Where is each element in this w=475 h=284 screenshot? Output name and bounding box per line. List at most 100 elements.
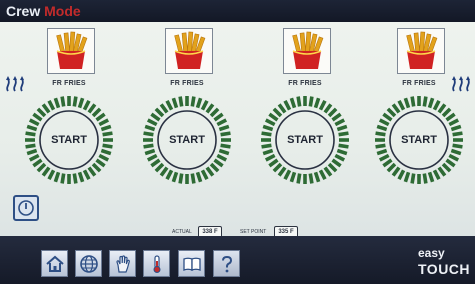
book-icon xyxy=(183,257,201,271)
globe-icon xyxy=(80,255,98,273)
timer-tick xyxy=(375,131,386,137)
timer-tick xyxy=(60,173,66,184)
product-label: FR FRIES xyxy=(170,80,204,87)
timer-tick xyxy=(334,153,346,162)
start-button[interactable]: START xyxy=(158,111,216,169)
fries-image[interactable] xyxy=(397,28,445,74)
timer-tick xyxy=(289,97,297,109)
recipe-book-button[interactable] xyxy=(178,250,205,277)
timer-tick xyxy=(154,107,165,118)
language-button[interactable] xyxy=(75,250,102,277)
timer-tick xyxy=(268,112,279,122)
timer-tick xyxy=(323,166,333,177)
timer-tick xyxy=(98,153,110,162)
timer-tick xyxy=(336,148,348,156)
vat-1: FR FRIES START xyxy=(19,22,119,212)
timer-tick xyxy=(272,162,283,173)
fries-image[interactable] xyxy=(47,28,95,74)
timer-tick xyxy=(91,162,102,173)
vat-2: FR FRIES START xyxy=(137,22,237,212)
timer-tick xyxy=(28,153,40,162)
timer-tick xyxy=(331,112,342,122)
timer-tick xyxy=(422,173,428,184)
timer-tick xyxy=(26,124,38,132)
fries-icon xyxy=(174,31,206,69)
timer-tick xyxy=(60,96,66,107)
start-button[interactable]: START xyxy=(390,111,448,169)
mode-title: Crew Mode xyxy=(6,3,81,19)
vat-4: FR FRIES START xyxy=(369,22,469,212)
timer-tick xyxy=(102,131,113,137)
timer-tick xyxy=(334,118,346,127)
timer-tick xyxy=(25,131,36,137)
fries-icon xyxy=(406,31,438,69)
timer-tick xyxy=(327,162,338,173)
timer-tick xyxy=(41,103,51,114)
mode-title-mode: Mode xyxy=(44,3,81,19)
nav-bar xyxy=(0,236,475,284)
start-button[interactable]: START xyxy=(40,111,98,169)
timer-tick xyxy=(150,158,161,168)
timer-tick xyxy=(318,169,327,181)
timer-tick xyxy=(450,148,462,156)
timer-tick xyxy=(47,169,56,181)
timer-tick xyxy=(98,118,110,127)
timer-tick xyxy=(336,124,348,132)
timer-tick xyxy=(338,143,349,149)
timer-tick xyxy=(159,103,169,114)
timer-tick xyxy=(205,166,215,177)
timer-tick xyxy=(376,124,388,132)
timer-tick xyxy=(397,169,406,181)
timer-tick xyxy=(216,153,228,162)
timer-tick xyxy=(95,112,106,122)
timer-tick xyxy=(171,171,179,183)
fries-icon xyxy=(56,31,88,69)
temperature-button[interactable] xyxy=(143,250,170,277)
timer-tick xyxy=(422,96,428,107)
fries-image[interactable] xyxy=(283,28,331,74)
timer-tick xyxy=(53,97,61,109)
home-button[interactable] xyxy=(41,250,68,277)
timer-tick xyxy=(178,96,184,107)
product-label: FR FRIES xyxy=(288,80,322,87)
timer-tick xyxy=(82,169,91,181)
timer-tick xyxy=(213,112,224,122)
timer-tick xyxy=(72,173,78,184)
timer-tick xyxy=(209,162,220,173)
power-icon xyxy=(18,200,34,216)
timer-tick xyxy=(397,99,406,111)
timer-tick xyxy=(264,153,276,162)
timer-tick xyxy=(91,107,102,118)
timer-tick xyxy=(150,112,161,122)
timer-tick xyxy=(441,162,452,173)
timer-tick xyxy=(441,107,452,118)
home-icon xyxy=(46,255,64,272)
timer-tick xyxy=(102,143,113,149)
fries-image[interactable] xyxy=(165,28,213,74)
timer-tick xyxy=(427,97,435,109)
timer-tick xyxy=(72,96,78,107)
timer-tick xyxy=(403,171,411,183)
timer-tick xyxy=(264,118,276,127)
help-button[interactable] xyxy=(213,250,240,277)
timer-tick xyxy=(318,99,327,111)
timer-tick xyxy=(87,103,97,114)
timer-tick xyxy=(190,96,196,107)
crew-button[interactable] xyxy=(109,250,136,277)
power-button[interactable] xyxy=(13,195,39,221)
timer-tick xyxy=(36,162,47,173)
timer-tick xyxy=(143,143,154,149)
timer-tick xyxy=(220,131,231,137)
timer-tick xyxy=(171,97,179,109)
timer-tick xyxy=(261,143,272,149)
start-button[interactable]: START xyxy=(276,111,334,169)
timer-tick xyxy=(100,124,112,132)
vat-3: FR FRIES START xyxy=(255,22,355,212)
timer-tick xyxy=(165,169,174,181)
thermometer-icon xyxy=(153,255,161,273)
timer-tick xyxy=(331,158,342,168)
timer-tick xyxy=(25,143,36,149)
timer-tick xyxy=(427,171,435,183)
timer-tick xyxy=(32,112,43,122)
timer-tick xyxy=(32,158,43,168)
